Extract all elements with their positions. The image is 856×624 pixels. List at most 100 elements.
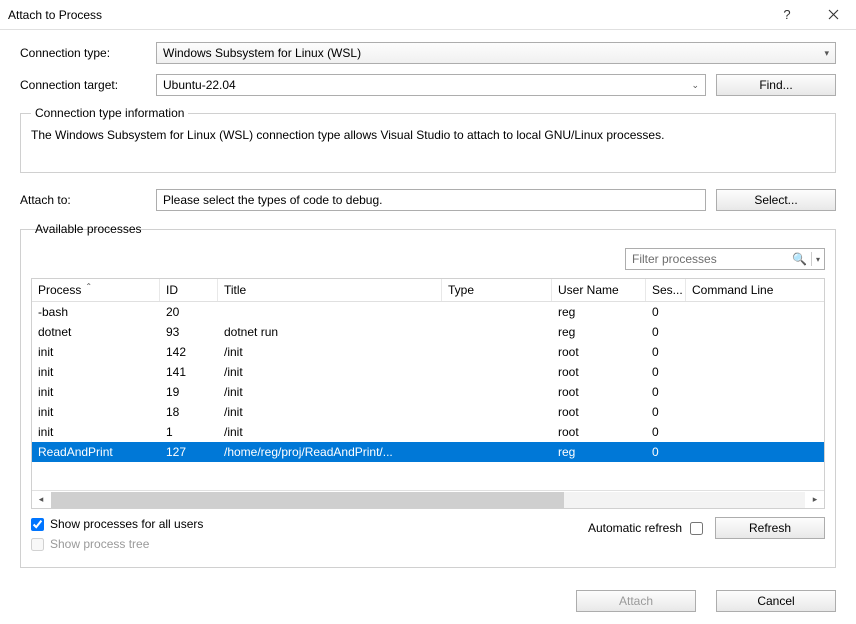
refresh-button-label: Refresh	[749, 521, 791, 535]
show-all-users-label: Show processes for all users	[50, 517, 203, 531]
table-row[interactable]: init18/initroot0	[32, 402, 824, 422]
connection-target-value: Ubuntu-22.04	[163, 78, 691, 92]
divider	[811, 252, 812, 266]
table-body: -bash20reg0dotnet93dotnet runreg0init142…	[32, 302, 824, 462]
table-cell: 0	[646, 323, 686, 341]
scroll-right-icon[interactable]: ▸	[806, 494, 824, 505]
table-cell	[686, 430, 824, 434]
close-button[interactable]	[810, 0, 856, 30]
connection-target-label: Connection target:	[20, 78, 156, 92]
chevron-down-icon: ⌄	[691, 80, 699, 91]
auto-refresh-label: Automatic refresh	[588, 521, 682, 535]
find-button[interactable]: Find...	[716, 74, 836, 96]
table-cell	[686, 330, 824, 334]
attach-to-label: Attach to:	[20, 193, 156, 207]
table-row[interactable]: init19/initroot0	[32, 382, 824, 402]
table-cell: 0	[646, 423, 686, 441]
scroll-thumb[interactable]	[51, 492, 564, 508]
table-cell: /home/reg/proj/ReadAndPrint/...	[218, 443, 442, 461]
table-cell	[686, 450, 824, 454]
refresh-controls: Automatic refresh Refresh	[588, 517, 825, 539]
table-cell	[686, 350, 824, 354]
auto-refresh-checkbox[interactable]	[690, 522, 703, 535]
table-row[interactable]: init1/initroot0	[32, 422, 824, 442]
connection-type-row: Connection type: Windows Subsystem for L…	[20, 42, 836, 64]
attach-to-display: Please select the types of code to debug…	[156, 189, 706, 211]
horizontal-scrollbar[interactable]: ◂ ▸	[32, 490, 824, 508]
connection-target-combo[interactable]: Ubuntu-22.04 ⌄	[156, 74, 706, 96]
table-cell: root	[552, 403, 646, 421]
connection-type-combo[interactable]: Windows Subsystem for Linux (WSL) ▾	[156, 42, 836, 64]
scroll-left-icon[interactable]: ◂	[32, 494, 50, 505]
table-cell: 0	[646, 443, 686, 461]
table-row[interactable]: ReadAndPrint127/home/reg/proj/ReadAndPri…	[32, 442, 824, 462]
titlebar: Attach to Process ?	[0, 0, 856, 30]
table-row[interactable]: dotnet93dotnet runreg0	[32, 322, 824, 342]
table-cell: /init	[218, 363, 442, 381]
filter-row: Filter processes 🔍 ▾	[31, 248, 825, 270]
col-session[interactable]: Ses...	[646, 279, 686, 301]
table-cell: 18	[160, 403, 218, 421]
caret-down-icon: ▾	[816, 255, 820, 264]
table-cell: /init	[218, 423, 442, 441]
find-button-label: Find...	[759, 78, 792, 92]
table-cell: /init	[218, 383, 442, 401]
connection-type-info-text: The Windows Subsystem for Linux (WSL) co…	[31, 126, 825, 162]
connection-type-info-legend: Connection type information	[31, 106, 188, 120]
show-all-users-checkbox[interactable]: Show processes for all users	[31, 517, 588, 531]
filter-input[interactable]: Filter processes 🔍 ▾	[625, 248, 825, 270]
help-button[interactable]: ?	[764, 0, 810, 30]
table-cell	[686, 390, 824, 394]
table-cell	[442, 370, 552, 374]
connection-target-row: Connection target: Ubuntu-22.04 ⌄ Find..…	[20, 74, 836, 96]
table-cell: root	[552, 363, 646, 381]
col-user[interactable]: User Name	[552, 279, 646, 301]
table-cell: 141	[160, 363, 218, 381]
table-cell: 127	[160, 443, 218, 461]
table-cell: /init	[218, 343, 442, 361]
process-table: Process ⌃ ID Title Type User Name Ses...…	[31, 278, 825, 509]
table-cell: 93	[160, 323, 218, 341]
table-cell	[442, 390, 552, 394]
col-id[interactable]: ID	[160, 279, 218, 301]
col-cmd[interactable]: Command Line	[686, 279, 824, 301]
table-cell: 0	[646, 403, 686, 421]
connection-type-info-box: Connection type information The Windows …	[20, 106, 836, 173]
search-icon: 🔍	[792, 252, 807, 266]
table-cell: -bash	[32, 303, 160, 321]
table-cell: ReadAndPrint	[32, 443, 160, 461]
col-title[interactable]: Title	[218, 279, 442, 301]
col-process[interactable]: Process ⌃	[32, 279, 160, 301]
table-cell: reg	[552, 323, 646, 341]
connection-type-label: Connection type:	[20, 46, 156, 60]
table-cell	[442, 450, 552, 454]
dialog-footer: Attach Cancel	[0, 578, 856, 624]
table-cell: 1	[160, 423, 218, 441]
table-row[interactable]: init141/initroot0	[32, 362, 824, 382]
show-all-users-input[interactable]	[31, 518, 44, 531]
table-row[interactable]: -bash20reg0	[32, 302, 824, 322]
table-cell	[442, 410, 552, 414]
table-cell	[218, 310, 442, 314]
cancel-button[interactable]: Cancel	[716, 590, 836, 612]
chevron-down-icon: ▾	[824, 48, 829, 59]
table-cell	[442, 330, 552, 334]
attach-to-row: Attach to: Please select the types of co…	[20, 189, 836, 211]
table-row[interactable]: init142/initroot0	[32, 342, 824, 362]
table-cell: init	[32, 383, 160, 401]
table-cell: 0	[646, 383, 686, 401]
table-cell: 0	[646, 363, 686, 381]
col-type[interactable]: Type	[442, 279, 552, 301]
col-process-label: Process	[38, 283, 81, 297]
scroll-track[interactable]	[51, 492, 805, 508]
show-tree-label: Show process tree	[50, 537, 149, 551]
attach-button[interactable]: Attach	[576, 590, 696, 612]
table-cell: 142	[160, 343, 218, 361]
select-button[interactable]: Select...	[716, 189, 836, 211]
table-cell: root	[552, 423, 646, 441]
table-empty-space	[32, 462, 824, 490]
close-icon	[828, 9, 839, 20]
refresh-button[interactable]: Refresh	[715, 517, 825, 539]
table-cell	[686, 310, 824, 314]
table-cell: reg	[552, 443, 646, 461]
